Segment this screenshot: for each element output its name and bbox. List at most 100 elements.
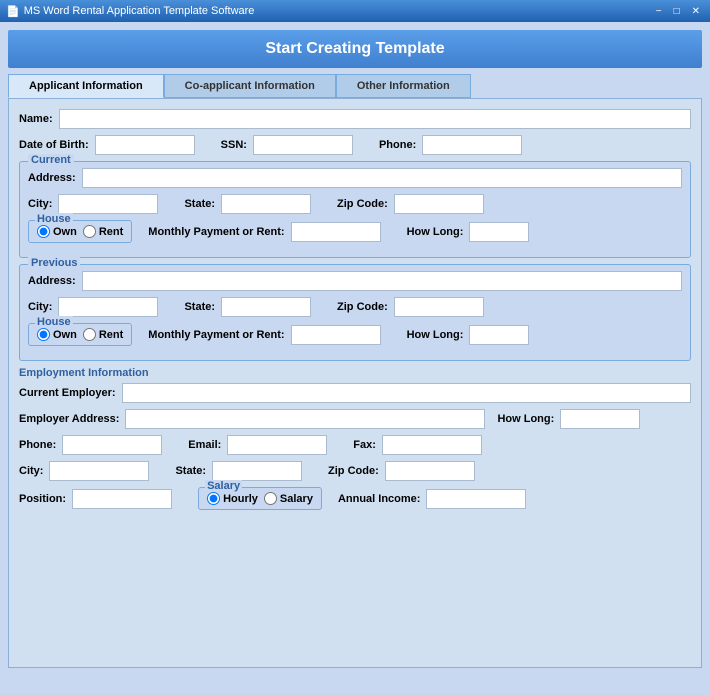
previous-howlong-input[interactable] (469, 325, 529, 345)
previous-house-box: House Own Rent (28, 323, 132, 346)
previous-state-label: State: (184, 301, 215, 313)
hourly-label: Hourly (223, 493, 258, 505)
name-input[interactable] (59, 109, 691, 129)
current-state-input[interactable] (221, 194, 311, 214)
current-address-row: Address: (28, 168, 682, 188)
main-container: Start Creating Template Applicant Inform… (0, 22, 710, 676)
annual-label: Annual Income: (338, 493, 421, 505)
name-label: Name: (19, 113, 53, 125)
current-zip-input[interactable] (394, 194, 484, 214)
salary-radio-group: Salary (264, 492, 313, 505)
previous-own-radio[interactable] (37, 328, 50, 341)
form-area: Name: Date of Birth: SSN: Phone: Current… (8, 98, 702, 668)
title-bar-left: 📄 MS Word Rental Application Template So… (6, 5, 254, 18)
previous-section: Previous Address: City: State: Zip Code:… (19, 264, 691, 361)
salary-radio[interactable] (264, 492, 277, 505)
minimize-button[interactable]: − (652, 5, 666, 18)
current-city-input[interactable] (58, 194, 158, 214)
salary-label: Salary (205, 480, 242, 492)
emp-phone-input[interactable] (62, 435, 162, 455)
previous-own-label: Own (53, 329, 77, 341)
tab-applicant[interactable]: Applicant Information (8, 74, 164, 98)
current-house-row: House Own Rent Monthly Payment or Rent: … (28, 220, 682, 243)
current-monthly-label: Monthly Payment or Rent: (148, 226, 284, 238)
previous-address-input[interactable] (82, 271, 682, 291)
close-button[interactable]: ✕ (688, 5, 704, 18)
dob-label: Date of Birth: (19, 139, 89, 151)
current-city-label: City: (28, 198, 52, 210)
ssn-input[interactable] (253, 135, 353, 155)
current-howlong-input[interactable] (469, 222, 529, 242)
position-row: Position: Salary Hourly Salary Annual In… (19, 487, 691, 510)
title-bar-controls[interactable]: − □ ✕ (652, 5, 704, 18)
current-zip-label: Zip Code: (337, 198, 388, 210)
emp-state-input[interactable] (212, 461, 302, 481)
previous-howlong-label: How Long: (407, 329, 464, 341)
current-house-box: House Own Rent (28, 220, 132, 243)
emp-address-label: Employer Address: (19, 413, 119, 425)
emp-phone-row: Phone: Email: Fax: (19, 435, 691, 455)
previous-city-input[interactable] (58, 297, 158, 317)
dob-ssn-phone-row: Date of Birth: SSN: Phone: (19, 135, 691, 155)
previous-rent-group: Rent (83, 328, 123, 341)
window-title: MS Word Rental Application Template Soft… (24, 5, 255, 17)
emp-email-input[interactable] (227, 435, 327, 455)
header-title: Start Creating Template (8, 30, 702, 68)
emp-address-input[interactable] (125, 409, 485, 429)
previous-house-label: House (35, 316, 73, 328)
current-city-row: City: State: Zip Code: (28, 194, 682, 214)
current-monthly-input[interactable] (291, 222, 381, 242)
position-input[interactable] (72, 489, 172, 509)
current-house-label: House (35, 213, 73, 225)
previous-monthly-label: Monthly Payment or Rent: (148, 329, 284, 341)
previous-rent-label: Rent (99, 329, 123, 341)
previous-section-label: Previous (28, 257, 80, 269)
salary-box: Salary Hourly Salary (198, 487, 322, 510)
current-own-label: Own (53, 226, 77, 238)
emp-fax-input[interactable] (382, 435, 482, 455)
tab-bar: Applicant Information Co-applicant Infor… (8, 74, 702, 98)
salary-radio-label: Salary (280, 493, 313, 505)
app-icon: 📄 (6, 5, 20, 18)
hourly-radio[interactable] (207, 492, 220, 505)
previous-rent-radio[interactable] (83, 328, 96, 341)
emp-zip-input[interactable] (385, 461, 475, 481)
hourly-group: Hourly (207, 492, 258, 505)
current-rent-label: Rent (99, 226, 123, 238)
previous-zip-input[interactable] (394, 297, 484, 317)
emp-city-row: City: State: Zip Code: (19, 461, 691, 481)
emp-howlong-label: How Long: (497, 413, 554, 425)
employment-section: Employment Information Current Employer:… (19, 367, 691, 510)
current-rent-radio[interactable] (83, 225, 96, 238)
employer-input[interactable] (122, 383, 691, 403)
tab-other[interactable]: Other Information (336, 74, 471, 98)
annual-input[interactable] (426, 489, 526, 509)
dob-input[interactable] (95, 135, 195, 155)
emp-fax-label: Fax: (353, 439, 376, 451)
previous-city-label: City: (28, 301, 52, 313)
name-row: Name: (19, 109, 691, 129)
current-address-label: Address: (28, 172, 76, 184)
previous-monthly-input[interactable] (291, 325, 381, 345)
emp-howlong-input[interactable] (560, 409, 640, 429)
tab-coapplicant[interactable]: Co-applicant Information (164, 74, 336, 98)
emp-email-label: Email: (188, 439, 221, 451)
previous-state-input[interactable] (221, 297, 311, 317)
maximize-button[interactable]: □ (670, 5, 684, 18)
phone-input[interactable] (422, 135, 522, 155)
previous-city-row: City: State: Zip Code: (28, 297, 682, 317)
employer-row: Current Employer: (19, 383, 691, 403)
current-howlong-label: How Long: (407, 226, 464, 238)
current-rent-group: Rent (83, 225, 123, 238)
emp-phone-label: Phone: (19, 439, 56, 451)
previous-zip-label: Zip Code: (337, 301, 388, 313)
emp-city-input[interactable] (49, 461, 149, 481)
previous-address-row: Address: (28, 271, 682, 291)
current-own-radio[interactable] (37, 225, 50, 238)
emp-state-label: State: (175, 465, 206, 477)
emp-zip-label: Zip Code: (328, 465, 379, 477)
current-own-group: Own (37, 225, 77, 238)
previous-address-label: Address: (28, 275, 76, 287)
previous-house-row: House Own Rent Monthly Payment or Rent: … (28, 323, 682, 346)
current-address-input[interactable] (82, 168, 682, 188)
